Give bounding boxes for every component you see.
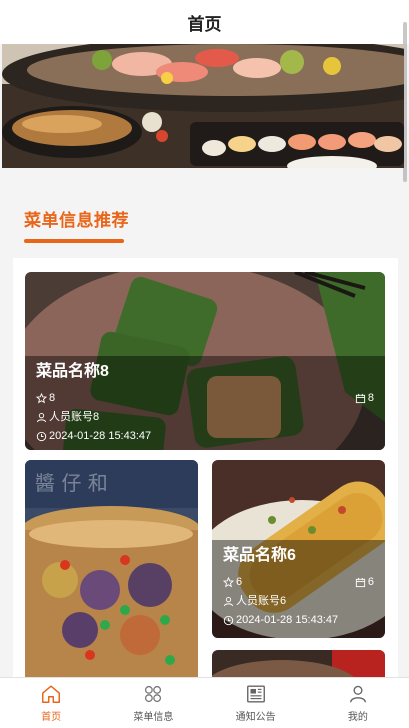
user-icon (223, 596, 234, 606)
calendar-stat: 6 (355, 575, 374, 589)
menu-card-info: 菜品名称8 8 8 人员账号8 2024-01-28 15:43:47 (25, 356, 385, 450)
calendar-icon (355, 577, 365, 587)
menu-recommend-list: 菜品名称8 8 8 人员账号8 2024-01-28 15:43:47 醬 仔 … (13, 258, 398, 710)
banner-photo (2, 44, 404, 168)
menu-card-name: 菜品名称8 (36, 363, 109, 380)
top-bar: 首页 (0, 0, 409, 44)
section-underline (24, 239, 124, 243)
clock-icon (36, 431, 47, 441)
account-stat: 人员账号8 (36, 410, 99, 424)
calendar-stat: 8 (355, 391, 374, 405)
time-stat: 2024-01-28 15:43:47 (36, 429, 151, 443)
menu-card-name: 菜品名称6 (223, 547, 296, 564)
section-header: 菜单信息推荐 (24, 206, 129, 243)
account-stat: 人员账号6 (223, 594, 286, 608)
star-stat: 6 (223, 575, 242, 589)
clock-icon (223, 615, 234, 625)
star-icon (223, 576, 234, 587)
star-icon (36, 392, 47, 403)
page-title: 首页 (187, 14, 222, 34)
newspaper-icon (246, 685, 265, 703)
home-icon (42, 685, 61, 703)
user-icon (349, 685, 366, 703)
time-stat: 2024-01-28 15:43:47 (223, 613, 338, 627)
star-stat: 8 (36, 391, 55, 405)
menu-card[interactable]: 菜品名称6 6 6 人员账号6 2024-01-28 15:43:47 (212, 460, 385, 638)
svg-text:醬 仔 和: 醬 仔 和 (35, 471, 108, 495)
tab-profile[interactable]: 我的 (307, 678, 409, 728)
menu-card[interactable]: 菜品名称8 8 8 人员账号8 2024-01-28 15:43:47 (25, 272, 385, 450)
calendar-icon (355, 393, 365, 403)
menu-card-info: 菜品名称6 6 6 人员账号6 2024-01-28 15:43:47 (212, 540, 385, 638)
grid-icon (145, 685, 162, 703)
tab-announcements[interactable]: 通知公告 (205, 678, 307, 728)
dish-photo: 醬 仔 和 (25, 460, 198, 690)
tab-menu-info[interactable]: 菜单信息 (102, 678, 204, 728)
user-icon (36, 412, 47, 422)
banner-image[interactable] (2, 44, 404, 168)
tab-home[interactable]: 首页 (0, 678, 102, 728)
home-page: 首页 菜单信息推荐 菜品名称8 8 8 人员账号8 2024-01-28 15:… (0, 0, 409, 728)
bottom-tab-bar: 首页 菜单信息 通知公告 我的 (0, 677, 409, 728)
section-title: 菜单信息推荐 (24, 211, 129, 230)
menu-card[interactable]: 醬 仔 和 (25, 460, 198, 690)
